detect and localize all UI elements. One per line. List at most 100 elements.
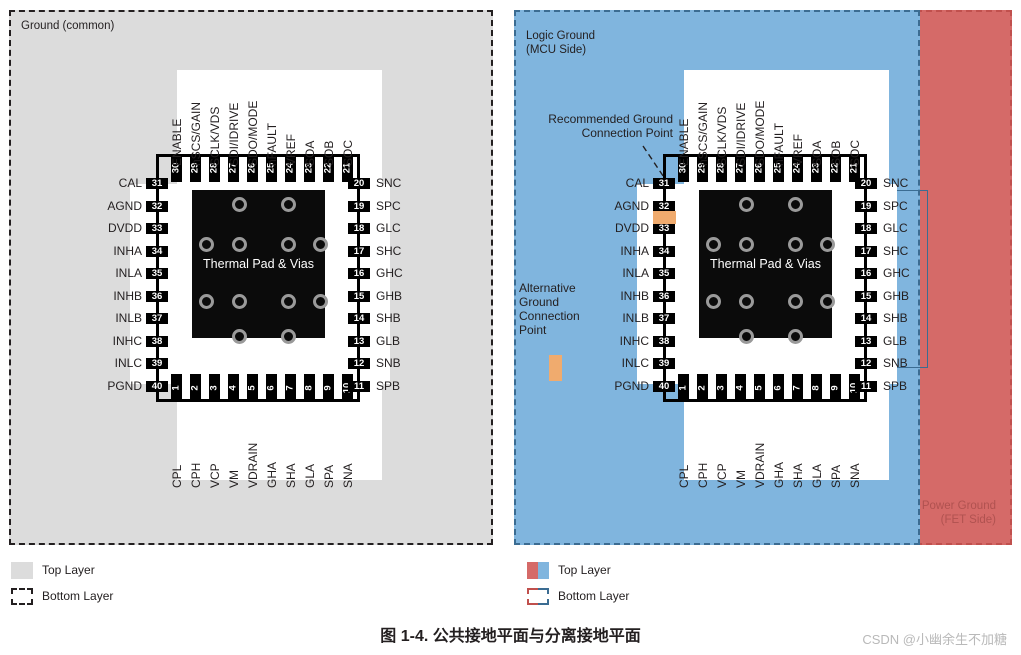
thermal-via (788, 294, 803, 309)
pin-16: 16 (348, 268, 370, 279)
legend-item-top-layer: Top Layer (11, 560, 113, 580)
thermal-via (232, 329, 247, 344)
pin-label-GLA: GLA (810, 463, 824, 488)
thermal-pad-label: Thermal Pad & Vias (710, 257, 821, 271)
pin-label-VREF: VREF (284, 133, 298, 166)
legend-item-bottom-layer-right: Bottom Layer (527, 586, 629, 606)
pin-label-SDI-IDRIVE: SDI/IDRIVE (227, 102, 241, 166)
thermal-via (313, 237, 328, 252)
pin-label-SHC: SHC (376, 243, 402, 258)
thermal-via (820, 237, 835, 252)
pin-label-SPC: SPC (883, 198, 908, 213)
thermal-via (199, 294, 214, 309)
thermal-via (281, 237, 296, 252)
pin-label-nSCS-GAIN: nSCS/GAIN (696, 101, 710, 166)
logic-ground-line2: (MCU Side) (526, 44, 587, 56)
pin-label-INHA: INHA (620, 243, 649, 258)
pin-14: 14 (348, 313, 370, 324)
pin-label-SHB: SHB (376, 311, 401, 325)
pin-3: 3 (209, 374, 220, 402)
pin-1: 1 (171, 374, 182, 402)
pin-label-PGND: PGND (614, 378, 649, 393)
pin-label-GHA: GHA (772, 461, 786, 488)
pin-label-CPH: CPH (696, 462, 710, 488)
pin-label-SHA: SHA (791, 463, 805, 488)
logic-ground-label: Logic Ground (MCU Side) (526, 29, 595, 57)
pin-40: 40 (146, 380, 168, 392)
alt-line4: Point (519, 323, 547, 337)
thermal-via (281, 197, 296, 212)
pin-label-INLA: INLA (115, 266, 142, 280)
pin-11: 11 (348, 380, 370, 392)
pin-label-CPL: CPL (170, 464, 184, 488)
pin-6: 6 (266, 374, 277, 402)
bottom-layer-swatch-icon (11, 587, 33, 605)
pin-label-DVDD: DVDD (614, 221, 649, 235)
pin-label-SCLK-VDS: SCLK/VDS (715, 106, 729, 166)
thermal-via (199, 237, 214, 252)
pin-label-GLC: GLC (376, 221, 401, 235)
pin-label-SPA: SPA (322, 464, 336, 488)
pin-label-SNB: SNB (376, 356, 401, 370)
thermal-via (739, 237, 754, 252)
thermal-via (788, 329, 803, 344)
pin-label-GHA: GHA (265, 461, 279, 488)
pin-17: 17 (855, 245, 877, 257)
pin-label-VDRAIN: VDRAIN (753, 442, 767, 488)
thermal-pad-label: Thermal Pad & Vias (203, 257, 314, 271)
pin-12: 12 (855, 358, 877, 369)
power-ground-line1: Power Ground (921, 500, 996, 512)
pin-label-INLC: INLC (114, 356, 142, 370)
pin-label-INHC: INHC (112, 333, 142, 348)
pin-label-GLB: GLB (376, 333, 401, 348)
pin-7: 7 (792, 374, 803, 402)
thermal-via (788, 237, 803, 252)
pin-label-INLC: INLC (621, 356, 649, 370)
pin-label-INHA: INHA (113, 243, 142, 258)
thermal-via (820, 294, 835, 309)
pin-label-SNB: SNB (883, 356, 908, 370)
pin-label-INHC: INHC (619, 333, 649, 348)
pin-label-SOC: SOC (848, 139, 862, 166)
thermal-pad: Thermal Pad & Vias (699, 190, 835, 344)
top-layer-swatch-icon (11, 561, 33, 579)
pin-6: 6 (773, 374, 784, 402)
thermal-via (232, 294, 247, 309)
pin-33: 33 (146, 223, 168, 234)
pin-label-VM: VM (734, 470, 748, 488)
pin-17: 17 (348, 245, 370, 257)
pin-label-SDO-MODE: SDO/MODE (246, 100, 260, 166)
pin-19: 19 (348, 200, 370, 212)
thermal-via (313, 294, 328, 309)
bottom-layer-split-swatch-icon (527, 587, 549, 605)
pin-34: 34 (653, 245, 675, 257)
chip-package-left: Thermal Pad & Vias 30 ENABLE 29 nSCS/GAIN 28 S… (107, 70, 403, 488)
pin-38: 38 (653, 335, 675, 347)
pin-label-AGND: AGND (614, 198, 649, 213)
pin-label-SOC: SOC (341, 139, 355, 166)
pin-label-CAL: CAL (625, 176, 649, 190)
pin-33: 33 (653, 223, 675, 234)
pin-3: 3 (716, 374, 727, 402)
pin-39: 39 (653, 358, 675, 369)
thermal-via (706, 294, 721, 309)
pin-39: 39 (146, 358, 168, 369)
pin-2: 2 (190, 374, 201, 402)
pin-9: 9 (830, 374, 841, 402)
left-plane-label: Ground (common) (21, 20, 115, 32)
legend-label-bottom-layer-right: Bottom Layer (558, 589, 630, 603)
pin-13: 13 (348, 335, 370, 347)
pin-label-GHB: GHB (883, 288, 910, 303)
pin-label-GLC: GLC (883, 221, 908, 235)
pin-label-INHB: INHB (113, 288, 142, 303)
legend-item-bottom-layer: Bottom Layer (11, 586, 113, 606)
pin-5: 5 (754, 374, 765, 402)
pin-label-nFAULT: nFAULT (265, 122, 279, 166)
alternative-ground-bridge (549, 355, 562, 381)
pin-label-GHB: GHB (376, 288, 403, 303)
thermal-via (706, 237, 721, 252)
pin-4: 4 (228, 374, 239, 402)
pin-11: 11 (855, 380, 877, 392)
pin-label-PGND: PGND (107, 378, 142, 393)
pin-label-nSCS-GAIN: nSCS/GAIN (189, 101, 203, 166)
